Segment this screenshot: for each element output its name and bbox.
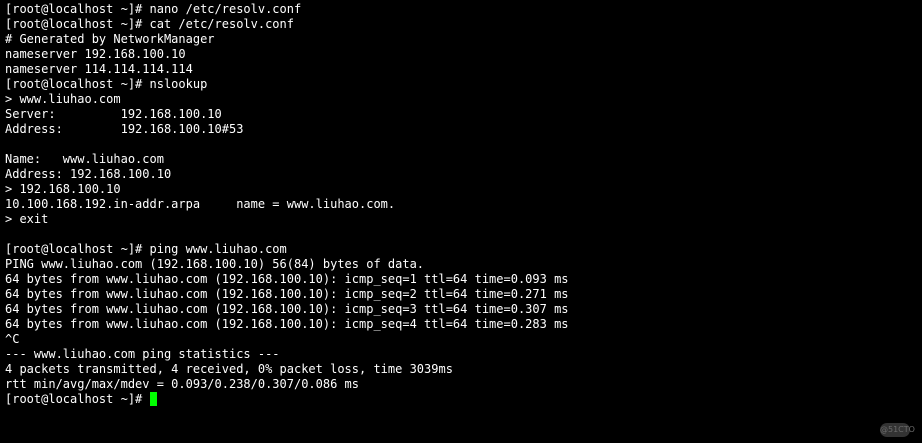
terminal-prompt: [root@localhost ~]# (5, 392, 150, 406)
terminal-line: [root@localhost ~]# ping www.liuhao.com (5, 242, 287, 256)
terminal-line: 64 bytes from www.liuhao.com (192.168.10… (5, 302, 569, 316)
terminal-line: 64 bytes from www.liuhao.com (192.168.10… (5, 287, 569, 301)
terminal-line: [root@localhost ~]# cat /etc/resolv.conf (5, 17, 294, 31)
terminal-line: > exit (5, 212, 49, 226)
terminal-line: > www.liuhao.com (5, 92, 121, 106)
terminal-line: nameserver 192.168.100.10 (5, 47, 186, 61)
terminal-output: [root@localhost ~]# nano /etc/resolv.con… (5, 2, 569, 407)
terminal-line: Address: 192.168.100.10 (5, 167, 172, 181)
terminal-line: --- www.liuhao.com ping statistics --- (5, 347, 280, 361)
terminal-line: > 192.168.100.10 (5, 182, 121, 196)
terminal-line: [root@localhost ~]# nano /etc/resolv.con… (5, 2, 302, 16)
terminal-window[interactable]: [root@localhost ~]# nano /etc/resolv.con… (0, 0, 922, 443)
terminal-line: 64 bytes from www.liuhao.com (192.168.10… (5, 317, 569, 331)
terminal-cursor (149, 392, 157, 406)
terminal-line: [root@localhost ~]# nslookup (5, 77, 208, 91)
terminal-line: 64 bytes from www.liuhao.com (192.168.10… (5, 272, 569, 286)
terminal-line: Server: 192.168.100.10 (5, 107, 222, 121)
terminal-line: PING www.liuhao.com (192.168.100.10) 56(… (5, 257, 425, 271)
watermark-logo: @51CTO (880, 423, 915, 437)
terminal-line: Address: 192.168.100.10#53 (5, 122, 244, 136)
terminal-prompt-line[interactable]: [root@localhost ~]# (5, 392, 569, 407)
terminal-line: nameserver 114.114.114.114 (5, 62, 193, 76)
terminal-line: rtt min/avg/max/mdev = 0.093/0.238/0.307… (5, 377, 360, 391)
terminal-line: # Generated by NetworkManager (5, 32, 215, 46)
terminal-line: Name: www.liuhao.com (5, 152, 164, 166)
terminal-line: 4 packets transmitted, 4 received, 0% pa… (5, 362, 453, 376)
terminal-line: 10.100.168.192.in-addr.arpa name = www.l… (5, 197, 396, 211)
terminal-line: ^C (5, 332, 20, 346)
